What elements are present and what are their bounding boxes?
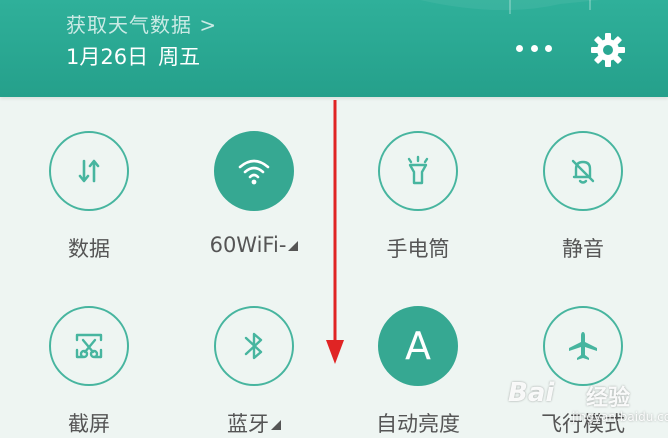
screenshot-button[interactable] bbox=[49, 306, 129, 386]
status-header: 获取天气数据 > 1月26日 周五 bbox=[0, 0, 668, 97]
date-text: 1月26日 bbox=[66, 45, 149, 69]
tile-data[interactable]: 数据 bbox=[19, 131, 159, 263]
tile-wifi[interactable]: 60WiFi- bbox=[184, 131, 324, 257]
weekday-text: 周五 bbox=[158, 45, 201, 69]
airplane-icon bbox=[569, 332, 597, 360]
annotation-arrow bbox=[326, 100, 344, 364]
mute-button[interactable] bbox=[543, 131, 623, 211]
wifi-label: 60WiFi- bbox=[209, 233, 287, 257]
tile-label: 数据 bbox=[68, 237, 110, 261]
tile-label: 自动亮度 bbox=[376, 412, 460, 436]
bluetooth-icon bbox=[244, 332, 263, 360]
tile-label: 截屏 bbox=[68, 412, 110, 436]
tile-flashlight[interactable]: 手电筒 bbox=[348, 131, 488, 263]
more-dot bbox=[545, 44, 552, 52]
screenshot-icon bbox=[75, 333, 103, 359]
watermark-cn: 经验 bbox=[586, 386, 631, 411]
more-button[interactable] bbox=[516, 36, 552, 60]
tile-label: 手电筒 bbox=[386, 237, 450, 261]
data-transfer-button[interactable] bbox=[49, 131, 129, 211]
flashlight-icon bbox=[407, 155, 429, 185]
tile-screenshot[interactable]: 截屏 bbox=[19, 306, 159, 438]
wifi-button[interactable] bbox=[214, 131, 294, 211]
weather-link[interactable]: 获取天气数据 > bbox=[66, 9, 217, 38]
tile-label-row: 60WiFi- bbox=[184, 233, 324, 257]
more-horizontal-icon bbox=[516, 44, 523, 52]
tile-mute[interactable]: 静音 bbox=[513, 131, 653, 263]
tile-label-row: 蓝牙 bbox=[184, 408, 324, 438]
date-display: 1月26日 周五 bbox=[66, 41, 210, 71]
flashlight-button[interactable] bbox=[378, 131, 458, 211]
signal-indicator-icon bbox=[271, 420, 281, 430]
signal-indicator-icon bbox=[288, 241, 299, 251]
gear-icon[interactable] bbox=[588, 30, 628, 70]
wifi-icon bbox=[238, 159, 270, 185]
tile-auto-brightness[interactable]: A 自动亮度 bbox=[348, 306, 488, 438]
auto-brightness-button[interactable]: A bbox=[378, 306, 458, 386]
watermark-url: jingyan.baidu.com bbox=[572, 410, 668, 424]
tile-bluetooth[interactable]: 蓝牙 bbox=[184, 306, 324, 438]
more-dot bbox=[530, 44, 538, 52]
watermark-brand: Bai bbox=[508, 378, 555, 408]
data-transfer-icon bbox=[78, 159, 100, 183]
bell-off-icon bbox=[571, 159, 595, 184]
auto-brightness-icon: A bbox=[405, 324, 431, 368]
baidu-watermark: Bai 经验 jingyan.baidu.com bbox=[508, 372, 668, 432]
bluetooth-label: 蓝牙 bbox=[227, 412, 269, 436]
tile-label: 静音 bbox=[562, 237, 604, 261]
bluetooth-button[interactable] bbox=[214, 306, 294, 386]
